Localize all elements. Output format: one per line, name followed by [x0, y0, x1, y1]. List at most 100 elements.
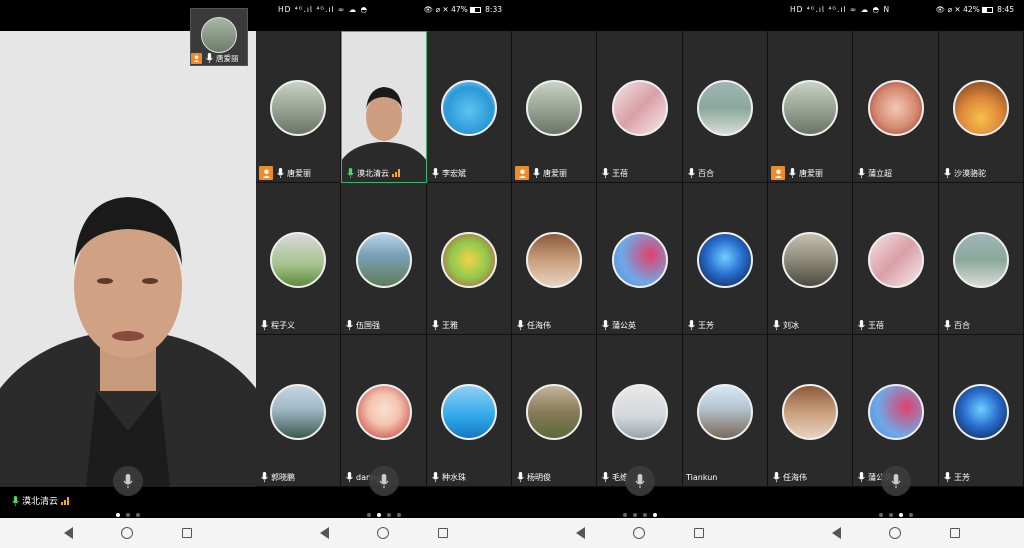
- home-icon[interactable]: [889, 527, 902, 539]
- mic-icon: [346, 472, 353, 482]
- participant-tile[interactable]: 王雅: [427, 183, 512, 335]
- mic-icon: [773, 472, 780, 482]
- avatar: [611, 232, 668, 288]
- mic-icon: [347, 168, 354, 178]
- participant-tile[interactable]: 百合: [939, 183, 1024, 335]
- recents-icon[interactable]: [437, 528, 448, 538]
- mic-icon: [206, 53, 213, 63]
- participant-tile[interactable]: 毛维: [597, 335, 683, 487]
- participant-tile[interactable]: 蒲公英: [853, 335, 939, 487]
- mic-icon: [602, 472, 609, 482]
- participant-tile[interactable]: 蒲公英: [597, 183, 683, 335]
- mute-button[interactable]: [369, 466, 399, 496]
- mic-icon: [858, 320, 865, 330]
- mic-icon: [346, 320, 353, 330]
- avatar: [953, 384, 1009, 440]
- participant-tile[interactable]: 郭晓鹏: [256, 335, 341, 487]
- participant-name: 李宏斌: [442, 168, 466, 178]
- participant-name: 百合: [698, 168, 714, 178]
- home-icon[interactable]: [121, 527, 134, 539]
- avatar: [270, 80, 326, 136]
- host-icon: [191, 52, 202, 64]
- status-bar: HD ⁴ᴳ.ıl ⁴ᴳ.ıl ∞ ☁ ◓ 👁 ⌀ ✕ 47% 8:33: [256, 0, 512, 20]
- avatar: [270, 232, 326, 288]
- participant-tile[interactable]: 种水珠: [427, 335, 512, 487]
- participant-tile[interactable]: 任海伟: [768, 335, 853, 487]
- participant-tile[interactable]: 漠北清云: [341, 31, 427, 183]
- participant-grid: 唐爱丽 蒲立超 沙漠骆驼 刘冰 王蓓 百合 任海伟 蒲公英 王芳: [768, 31, 1024, 487]
- avatar: [441, 80, 497, 136]
- participant-grid: 唐爱丽 漠北清云 李宏斌 程子义 伍国强 王雅 郭晓鹏 种水珠: [256, 31, 512, 487]
- mic-icon: [858, 472, 865, 482]
- mic-icon: [123, 474, 133, 488]
- mic-icon: [517, 472, 524, 482]
- avatar: [611, 384, 668, 440]
- recents-icon[interactable]: [949, 528, 960, 538]
- home-icon[interactable]: [633, 527, 646, 539]
- status-bar: HD ⁴ᴳ.ıl ⁴ᴳ.ıl ∞ ☁ ◓ N 👁 ⌀ ✕ 42% 8:45: [768, 0, 1024, 20]
- host-icon: [515, 166, 529, 180]
- participant-name: 任海伟: [783, 472, 807, 482]
- mute-button[interactable]: [625, 466, 655, 496]
- participant-tile[interactable]: Tiankun: [683, 335, 768, 487]
- signal-bars-icon: [392, 169, 400, 177]
- avatar: [526, 232, 582, 288]
- participant-tile[interactable]: 王蓓: [853, 183, 939, 335]
- participant-grid: 唐爱丽 王蓓 百合 任海伟 蒲公英 王芳 杨明俊 毛维 Tiankun: [512, 31, 768, 487]
- participant-tile[interactable]: 蒲立超: [853, 31, 939, 183]
- participant-name: 伍国强: [356, 320, 380, 330]
- participant-tile[interactable]: 杨明俊: [512, 335, 597, 487]
- participant-tile[interactable]: 刘冰: [768, 183, 853, 335]
- participant-name: Tiankun: [686, 472, 718, 482]
- back-icon[interactable]: [64, 527, 74, 539]
- back-icon[interactable]: [320, 527, 330, 539]
- recents-icon[interactable]: [181, 528, 192, 538]
- host-icon: [771, 166, 785, 180]
- mic-icon: [602, 320, 609, 330]
- participant-tile[interactable]: danny: [341, 335, 427, 487]
- participant-tile[interactable]: 程子义: [256, 183, 341, 335]
- status-right: 👁 ⌀ ✕ 42% 8:45: [935, 5, 1014, 14]
- main-speaker-video[interactable]: [0, 31, 256, 487]
- participant-name: 程子义: [271, 320, 295, 330]
- participant-tile[interactable]: 唐爱丽: [768, 31, 853, 183]
- home-icon[interactable]: [377, 527, 390, 539]
- gallery-panel-2: 唐爱丽 王蓓 百合 任海伟 蒲公英 王芳 杨明俊 毛维 Tiankun: [512, 0, 768, 548]
- android-nav-bar: [256, 518, 512, 548]
- participant-tile[interactable]: 唐爱丽: [512, 31, 597, 183]
- participant-tile[interactable]: 王芳: [939, 335, 1024, 487]
- participant-tile[interactable]: 沙漠骆驼: [939, 31, 1024, 183]
- participant-name: 刘冰: [783, 320, 799, 330]
- avatar: [441, 232, 497, 288]
- participant-tile[interactable]: 唐爱丽: [256, 31, 341, 183]
- participant-name: 唐爱丽: [799, 168, 823, 178]
- avatar: [611, 80, 668, 136]
- participant-tile[interactable]: 任海伟: [512, 183, 597, 335]
- mic-icon: [261, 320, 268, 330]
- avatar: [355, 232, 412, 288]
- mic-icon: [432, 168, 439, 178]
- participant-name: 王雅: [442, 320, 458, 330]
- mic-icon: [944, 320, 951, 330]
- status-left: HD ⁴ᴳ.ıl ⁴ᴳ.ıl ∞ ☁ ◓ N: [790, 5, 891, 14]
- battery-icon: [981, 7, 993, 13]
- recents-icon[interactable]: [693, 528, 704, 538]
- participant-tile[interactable]: 百合: [683, 31, 768, 183]
- avatar: [782, 80, 838, 136]
- participant-tile[interactable]: 李宏斌: [427, 31, 512, 183]
- pip-thumbnail[interactable]: 唐爱丽: [190, 8, 248, 66]
- avatar: [867, 80, 924, 136]
- back-icon[interactable]: [576, 527, 586, 539]
- mic-icon: [635, 474, 645, 488]
- mute-button[interactable]: [881, 466, 911, 496]
- back-icon[interactable]: [832, 527, 842, 539]
- mic-icon: [379, 474, 389, 488]
- participant-name: 唐爱丽: [543, 168, 567, 178]
- participant-name: 蒲公英: [612, 320, 636, 330]
- participant-tile[interactable]: 王蓓: [597, 31, 683, 183]
- mute-button[interactable]: [113, 466, 143, 496]
- participant-tile[interactable]: 伍国强: [341, 183, 427, 335]
- participant-name: 蒲立超: [868, 168, 892, 178]
- mic-icon: [432, 320, 439, 330]
- participant-tile[interactable]: 王芳: [683, 183, 768, 335]
